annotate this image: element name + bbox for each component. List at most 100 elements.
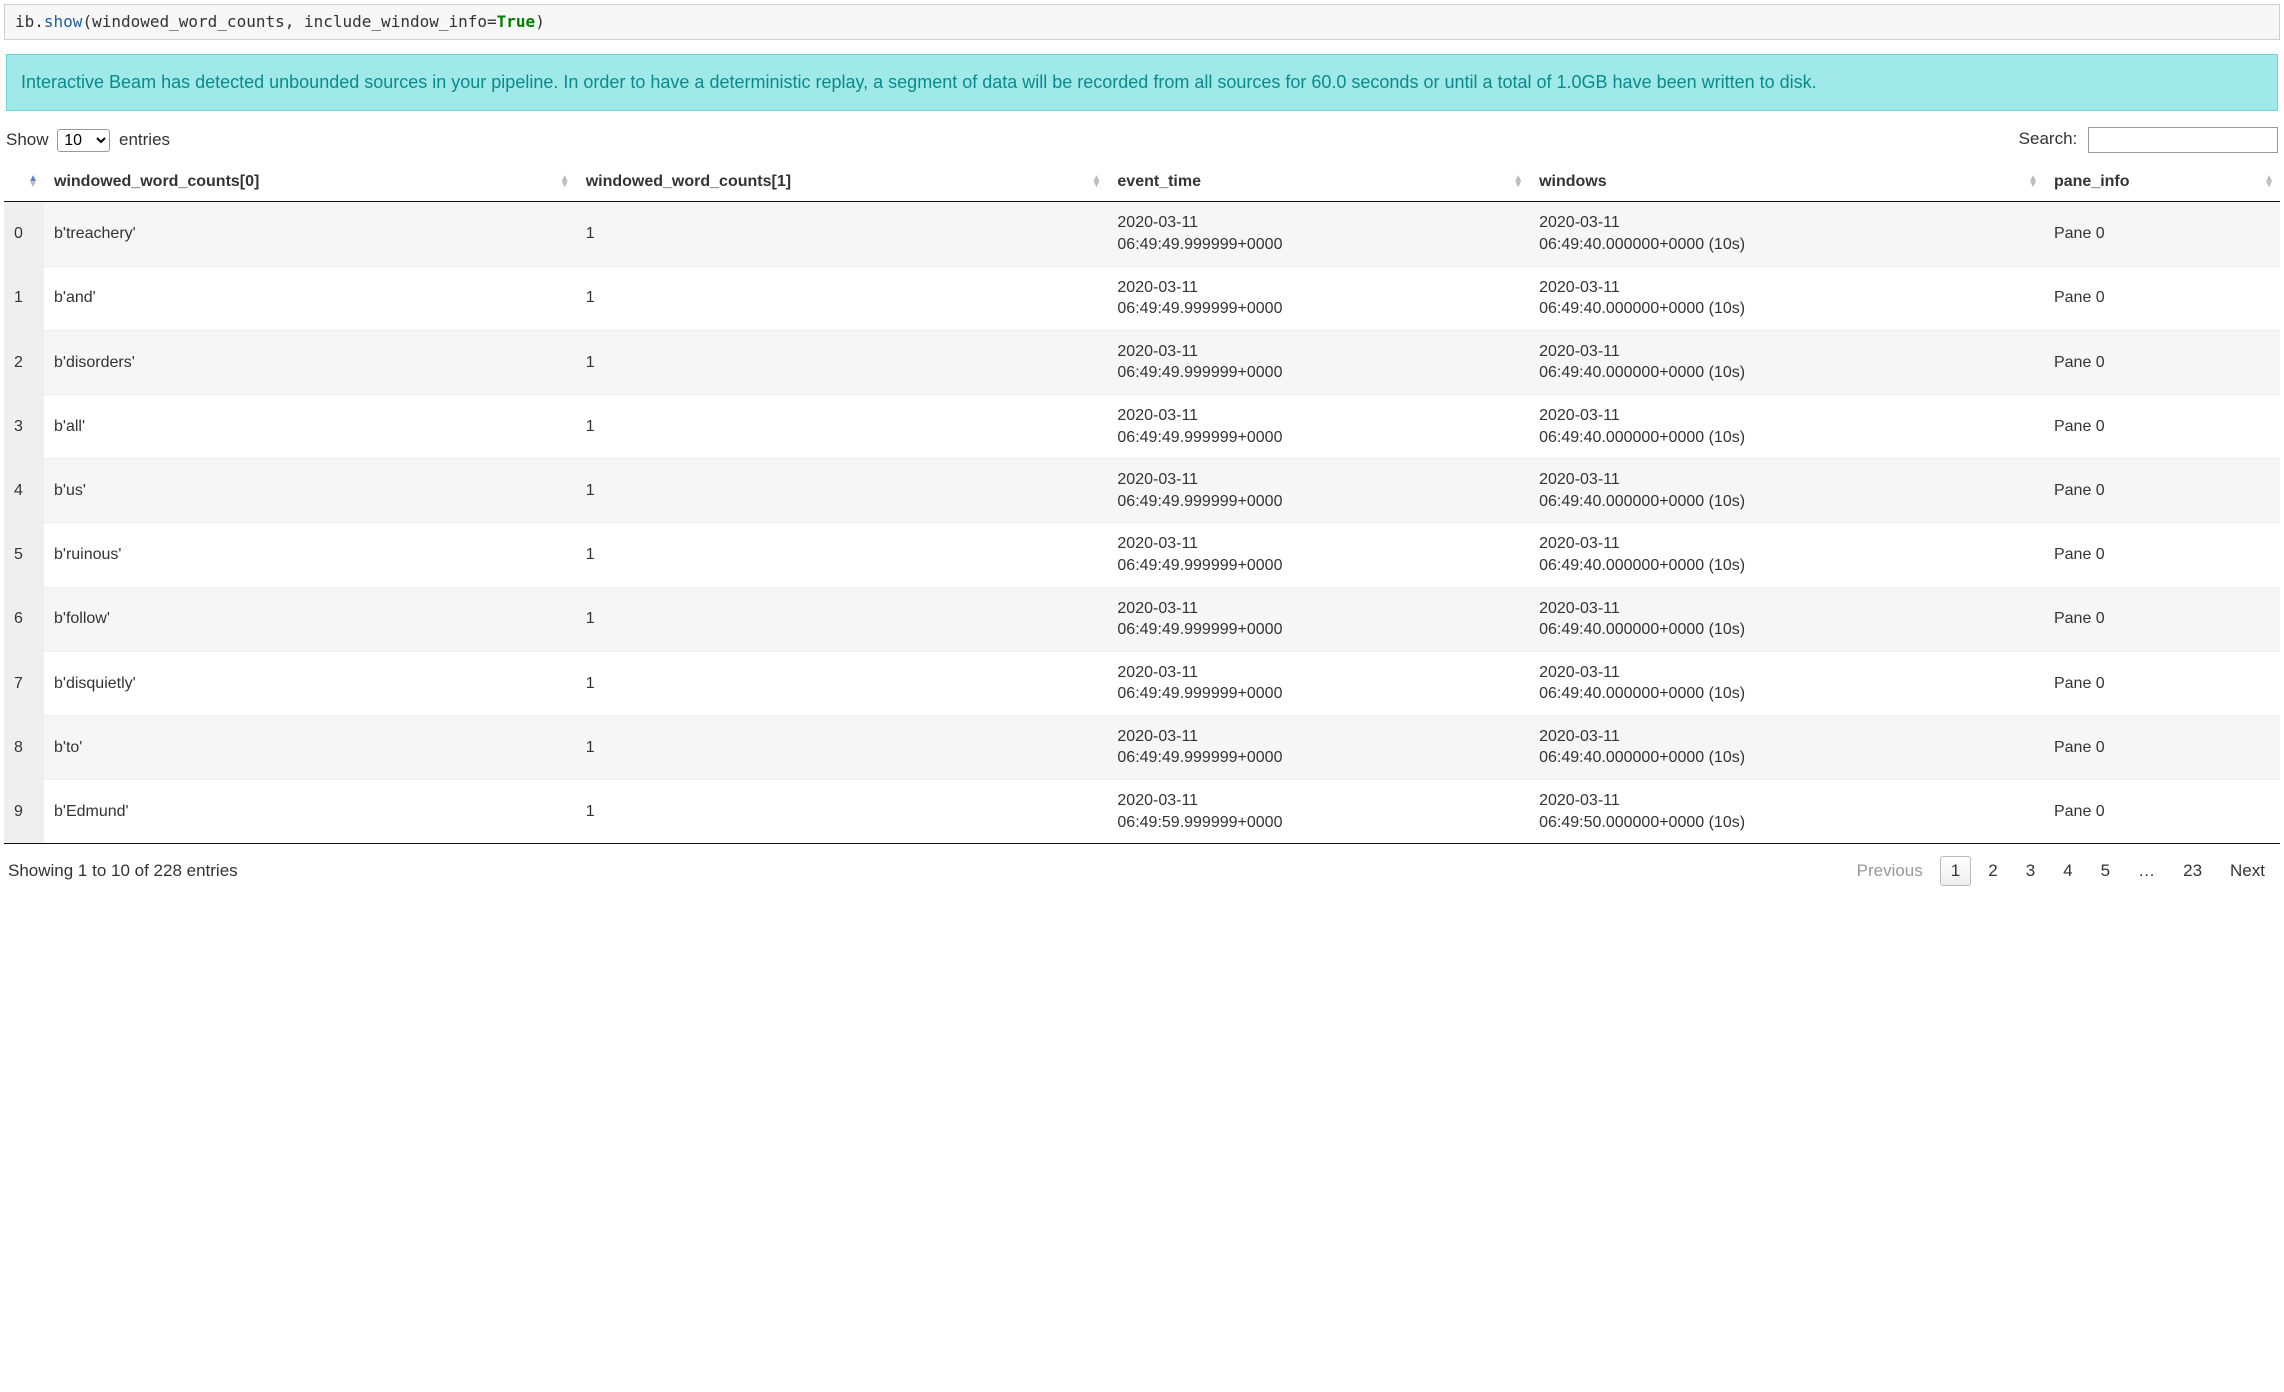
cell-index: 9 — [4, 780, 44, 844]
cell-event-time: 2020-03-11 06:49:49.999999+0000 — [1107, 459, 1529, 523]
paginate-previous[interactable]: Previous — [1846, 856, 1934, 886]
cell-windows: 2020-03-11 06:49:40.000000+0000 (10s) — [1529, 459, 2044, 523]
table-row: 0b'treachery'12020-03-11 06:49:49.999999… — [4, 202, 2280, 266]
col-header-c0[interactable]: windowed_word_counts[0] ▲▼ — [44, 163, 576, 202]
length-entries-label: entries — [119, 130, 170, 149]
sort-icon: ▲▼ — [2264, 176, 2274, 188]
cell-index: 4 — [4, 459, 44, 523]
search-control: Search: — [2019, 127, 2278, 153]
cell-pane-info: Pane 0 — [2044, 523, 2280, 587]
cell-word: b'disorders' — [44, 330, 576, 394]
paginate-page[interactable]: 2 — [1977, 856, 2008, 886]
cell-count: 1 — [576, 394, 1108, 458]
cell-event-time: 2020-03-11 06:49:49.999999+0000 — [1107, 202, 1529, 266]
cell-word: b'all' — [44, 394, 576, 458]
cell-windows: 2020-03-11 06:49:40.000000+0000 (10s) — [1529, 715, 2044, 779]
sort-icon: ▲▼ — [2028, 176, 2038, 188]
cell-count: 1 — [576, 651, 1108, 715]
col-header-c3[interactable]: windows ▲▼ — [1529, 163, 2044, 202]
cell-count: 1 — [576, 459, 1108, 523]
datatable-bottom-controls: Showing 1 to 10 of 228 entries Previous1… — [4, 844, 2280, 892]
paginate-next[interactable]: Next — [2219, 856, 2276, 886]
col-header-c0-label: windowed_word_counts[0] — [54, 173, 259, 190]
cell-count: 1 — [576, 330, 1108, 394]
cell-pane-info: Pane 0 — [2044, 715, 2280, 779]
cell-windows: 2020-03-11 06:49:40.000000+0000 (10s) — [1529, 523, 2044, 587]
code-cell: ib.show(windowed_word_counts, include_wi… — [4, 4, 2280, 40]
table-row: 2b'disorders'12020-03-11 06:49:49.999999… — [4, 330, 2280, 394]
table-row: 3b'all'12020-03-11 06:49:49.999999+00002… — [4, 394, 2280, 458]
cell-windows: 2020-03-11 06:49:50.000000+0000 (10s) — [1529, 780, 2044, 844]
sort-icon: ▲▼ — [1513, 176, 1523, 188]
cell-index: 2 — [4, 330, 44, 394]
paginate-page[interactable]: 3 — [2015, 856, 2046, 886]
length-control: Show 102550100 entries — [6, 129, 170, 152]
table-row: 7b'disquietly'12020-03-11 06:49:49.99999… — [4, 651, 2280, 715]
cell-windows: 2020-03-11 06:49:40.000000+0000 (10s) — [1529, 266, 2044, 330]
cell-pane-info: Pane 0 — [2044, 651, 2280, 715]
cell-count: 1 — [576, 587, 1108, 651]
cell-index: 6 — [4, 587, 44, 651]
cell-windows: 2020-03-11 06:49:40.000000+0000 (10s) — [1529, 394, 2044, 458]
code-func: show — [44, 12, 83, 31]
cell-count: 1 — [576, 715, 1108, 779]
paginate-page[interactable]: 23 — [2172, 856, 2213, 886]
info-banner: Interactive Beam has detected unbounded … — [6, 54, 2278, 111]
col-header-c1[interactable]: windowed_word_counts[1] ▲▼ — [576, 163, 1108, 202]
info-banner-text: Interactive Beam has detected unbounded … — [21, 72, 1817, 92]
col-header-c1-label: windowed_word_counts[1] — [586, 173, 791, 190]
col-header-c4[interactable]: pane_info ▲▼ — [2044, 163, 2280, 202]
cell-index: 7 — [4, 651, 44, 715]
cell-count: 1 — [576, 202, 1108, 266]
paginate-page[interactable]: 1 — [1940, 856, 1971, 886]
col-header-c2[interactable]: event_time ▲▼ — [1107, 163, 1529, 202]
paginate-ellipsis: … — [2127, 856, 2166, 886]
cell-index: 0 — [4, 202, 44, 266]
cell-event-time: 2020-03-11 06:49:49.999999+0000 — [1107, 587, 1529, 651]
col-header-c4-label: pane_info — [2054, 173, 2130, 190]
cell-word: b'Edmund' — [44, 780, 576, 844]
col-header-index[interactable]: ▲▼ — [4, 163, 44, 202]
cell-count: 1 — [576, 523, 1108, 587]
code-prefix: ib. — [15, 12, 44, 31]
paginate-page[interactable]: 4 — [2052, 856, 2083, 886]
length-select[interactable]: 102550100 — [57, 129, 110, 152]
code-close: ) — [535, 12, 545, 31]
code-open: (windowed_word_counts, include_window_in… — [82, 12, 487, 31]
cell-index: 5 — [4, 523, 44, 587]
cell-word: b'disquietly' — [44, 651, 576, 715]
cell-word: b'treachery' — [44, 202, 576, 266]
search-input[interactable] — [2088, 127, 2278, 153]
cell-event-time: 2020-03-11 06:49:49.999999+0000 — [1107, 715, 1529, 779]
table-row: 8b'to'12020-03-11 06:49:49.999999+000020… — [4, 715, 2280, 779]
table-row: 1b'and'12020-03-11 06:49:49.999999+00002… — [4, 266, 2280, 330]
col-header-c3-label: windows — [1539, 173, 1607, 190]
sort-icon: ▲▼ — [1092, 176, 1102, 188]
cell-pane-info: Pane 0 — [2044, 587, 2280, 651]
cell-event-time: 2020-03-11 06:49:49.999999+0000 — [1107, 651, 1529, 715]
data-table: ▲▼ windowed_word_counts[0] ▲▼ windowed_w… — [4, 163, 2280, 844]
table-info: Showing 1 to 10 of 228 entries — [8, 861, 238, 881]
cell-count: 1 — [576, 780, 1108, 844]
cell-word: b'ruinous' — [44, 523, 576, 587]
cell-pane-info: Pane 0 — [2044, 459, 2280, 523]
cell-count: 1 — [576, 266, 1108, 330]
cell-event-time: 2020-03-11 06:49:49.999999+0000 — [1107, 266, 1529, 330]
cell-event-time: 2020-03-11 06:49:49.999999+0000 — [1107, 394, 1529, 458]
cell-word: b'us' — [44, 459, 576, 523]
sort-icon: ▲▼ — [560, 176, 570, 188]
table-row: 5b'ruinous'12020-03-11 06:49:49.999999+0… — [4, 523, 2280, 587]
table-row: 4b'us'12020-03-11 06:49:49.999999+000020… — [4, 459, 2280, 523]
cell-index: 8 — [4, 715, 44, 779]
col-header-c2-label: event_time — [1117, 173, 1201, 190]
paginate-page[interactable]: 5 — [2090, 856, 2121, 886]
cell-pane-info: Pane 0 — [2044, 780, 2280, 844]
cell-pane-info: Pane 0 — [2044, 330, 2280, 394]
cell-windows: 2020-03-11 06:49:40.000000+0000 (10s) — [1529, 330, 2044, 394]
cell-word: b'and' — [44, 266, 576, 330]
cell-pane-info: Pane 0 — [2044, 202, 2280, 266]
cell-index: 3 — [4, 394, 44, 458]
datatable-top-controls: Show 102550100 entries Search: — [4, 121, 2280, 163]
cell-word: b'to' — [44, 715, 576, 779]
cell-index: 1 — [4, 266, 44, 330]
